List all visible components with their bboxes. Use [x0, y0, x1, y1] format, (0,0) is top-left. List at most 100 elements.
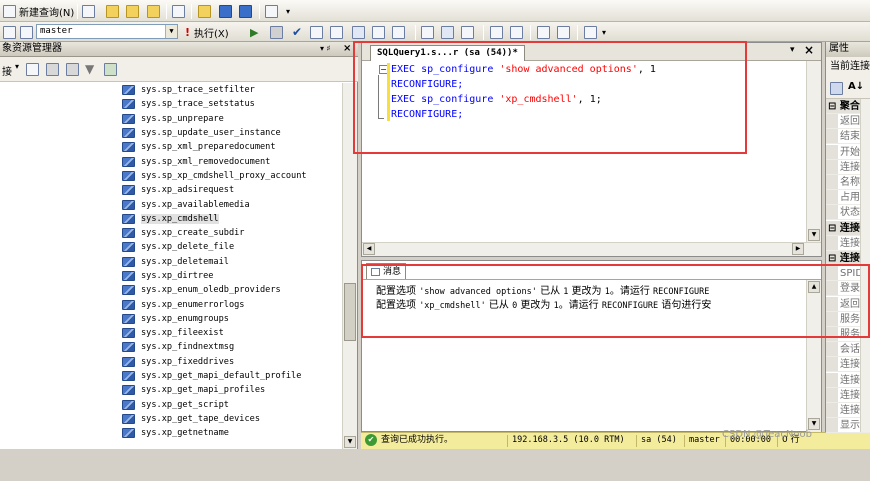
- tree-item[interactable]: sys.xp_delete_file: [118, 240, 344, 254]
- scroll-down-icon[interactable]: ▼: [808, 229, 820, 241]
- tab-list-icon[interactable]: ▾: [790, 45, 795, 55]
- tab-sqlquery1[interactable]: SQLQuery1.s...r (sa (54))*: [370, 45, 525, 61]
- disconnect-button[interactable]: [20, 24, 33, 40]
- include-plan-button[interactable]: [421, 24, 434, 40]
- tree-item[interactable]: sys.sp_xp_cmdshell_proxy_account: [118, 169, 344, 183]
- scroll-down-icon[interactable]: ▼: [344, 436, 356, 448]
- tree-item[interactable]: sys.xp_dirtree: [118, 269, 344, 283]
- message-line-2: 配置选项 'xp_cmdshell' 已从 0 更改为 1。请运行 RECONF…: [376, 300, 712, 311]
- extended-stored-procedure-icon: [122, 428, 135, 439]
- query-options-button[interactable]: [330, 24, 343, 40]
- mdx-query-button[interactable]: [126, 3, 139, 19]
- tree-item[interactable]: sys.xp_get_mapi_profiles: [118, 383, 344, 397]
- tree-item[interactable]: sys.xp_enumgroups: [118, 312, 344, 326]
- change-connection-button[interactable]: [3, 24, 16, 40]
- tree-item[interactable]: sys.xp_get_mapi_default_profile: [118, 369, 344, 383]
- results-to-text-button[interactable]: [352, 24, 365, 40]
- exclamation-icon: !: [185, 25, 191, 39]
- pin-icon[interactable]: ▾ ♯: [320, 42, 330, 56]
- tree-item[interactable]: sys.xp_enumerrorlogs: [118, 297, 344, 311]
- database-select[interactable]: master ▼: [36, 24, 178, 39]
- results-to-file-button[interactable]: [392, 24, 405, 40]
- properties-scrollbar[interactable]: [860, 99, 870, 432]
- disconnect-icon[interactable]: [46, 63, 59, 76]
- cancel-button[interactable]: [270, 24, 283, 40]
- database-engine-query-button[interactable]: [82, 3, 95, 19]
- sql-editor-toolbar: master ▼ ! 执行(X) ▶ ✔ ▾: [0, 22, 870, 42]
- query-designer-button[interactable]: [461, 24, 474, 40]
- tree-item-label: sys.sp_xp_cmdshell_proxy_account: [141, 170, 307, 181]
- save-all-button[interactable]: [239, 3, 252, 19]
- tree-item[interactable]: sys.xp_create_subdir: [118, 226, 344, 240]
- decrease-indent-button[interactable]: [537, 24, 550, 40]
- close-tab-icon[interactable]: ×: [804, 43, 814, 57]
- debug-button[interactable]: ▶: [250, 24, 258, 40]
- tree-item[interactable]: sys.sp_trace_setfilter: [118, 83, 344, 97]
- tree-item[interactable]: sys.sp_xml_removedocument: [118, 154, 344, 168]
- tree-item[interactable]: sys.xp_get_script: [118, 398, 344, 412]
- scroll-up-icon[interactable]: ▲: [808, 281, 820, 293]
- refresh-icon[interactable]: [104, 63, 117, 76]
- tab-messages[interactable]: 消息: [366, 263, 407, 279]
- tree-item[interactable]: sys.xp_adsirequest: [118, 183, 344, 197]
- execute-button[interactable]: ! 执行(X): [185, 24, 229, 40]
- editor-horizontal-scrollbar[interactable]: ◀ ▶: [362, 242, 821, 256]
- connect-button[interactable]: 接: [2, 63, 12, 78]
- tree-item[interactable]: sys.sp_update_user_instance: [118, 126, 344, 140]
- comment-button[interactable]: [490, 24, 503, 40]
- collapse-icon[interactable]: ⊟: [828, 253, 840, 264]
- tab-title: SQLQuery1.s...r (sa (54))*: [377, 48, 518, 58]
- scroll-left-icon[interactable]: ◀: [363, 243, 375, 255]
- activity-monitor-button[interactable]: [265, 3, 278, 19]
- tree-item[interactable]: sys.sp_unprepare: [118, 112, 344, 126]
- display-plan-button[interactable]: [310, 24, 323, 40]
- specify-template-values-button[interactable]: [584, 24, 597, 40]
- status-user: sa (54): [641, 435, 677, 445]
- results-to-grid-button[interactable]: [372, 24, 385, 40]
- analysis-query-button[interactable]: [106, 3, 119, 19]
- new-query-button[interactable]: 新建查询(N): [3, 3, 74, 19]
- messages-vertical-scrollbar[interactable]: ▲ ▼: [806, 280, 821, 432]
- collapse-icon[interactable]: ⊟: [828, 101, 840, 112]
- toolbar2-options-icon[interactable]: ▾: [602, 24, 606, 40]
- parse-button[interactable]: ✔: [292, 24, 302, 40]
- dmx-query-button[interactable]: [147, 3, 160, 19]
- tree-item[interactable]: sys.xp_fileexist: [118, 326, 344, 340]
- tree-item[interactable]: sys.xp_deletemail: [118, 255, 344, 269]
- filter-icon[interactable]: ▼: [85, 62, 94, 76]
- scroll-right-icon[interactable]: ▶: [792, 243, 804, 255]
- open-button[interactable]: [198, 3, 211, 19]
- increase-indent-button[interactable]: [557, 24, 570, 40]
- categorized-icon[interactable]: [830, 82, 843, 95]
- success-check-icon: ✔: [365, 434, 377, 446]
- tree-item[interactable]: sys.xp_get_tape_devices: [118, 412, 344, 426]
- status-message: 查询已成功执行。: [381, 435, 454, 445]
- toolbar-options-icon[interactable]: ▾: [286, 3, 290, 19]
- properties-object-select[interactable]: 当前连接: [826, 57, 870, 77]
- tree-vertical-scrollbar[interactable]: ▼: [342, 83, 357, 449]
- stop-icon[interactable]: [66, 63, 79, 76]
- close-icon[interactable]: ×: [343, 42, 351, 56]
- tree-item[interactable]: sys.xp_fixeddrives: [118, 355, 344, 369]
- tree-item-label: sys.xp_enum_oledb_providers: [141, 285, 281, 296]
- uncomment-button[interactable]: [510, 24, 523, 40]
- extended-stored-procedure-icon: [122, 213, 135, 224]
- alphabetical-icon[interactable]: A↓: [848, 81, 864, 92]
- connect-dropdown-icon[interactable]: ▾: [15, 62, 19, 71]
- code-area[interactable]: − EXEC sp_configure 'show advanced optio…: [362, 61, 807, 241]
- tree-item[interactable]: sys.xp_cmdshell: [118, 212, 344, 226]
- collapse-icon[interactable]: ⊟: [828, 223, 840, 234]
- tree-item[interactable]: sys.xp_enum_oledb_providers: [118, 283, 344, 297]
- editor-vertical-scrollbar[interactable]: ▼: [806, 61, 821, 242]
- client-stats-button[interactable]: [441, 24, 454, 40]
- messages-tab-label: 消息: [383, 266, 402, 277]
- scroll-thumb[interactable]: [344, 283, 356, 341]
- tree-item[interactable]: sys.sp_xml_preparedocument: [118, 140, 344, 154]
- tree-item[interactable]: sys.xp_findnextmsg: [118, 340, 344, 354]
- new-file-button[interactable]: [172, 3, 185, 19]
- tree-item[interactable]: sys.sp_trace_setstatus: [118, 97, 344, 111]
- save-button[interactable]: [219, 3, 232, 19]
- tree-item[interactable]: sys.xp_availablemedia: [118, 197, 344, 211]
- tree-item[interactable]: sys.xp_getnetname: [118, 426, 344, 440]
- connect-icon[interactable]: [26, 63, 39, 76]
